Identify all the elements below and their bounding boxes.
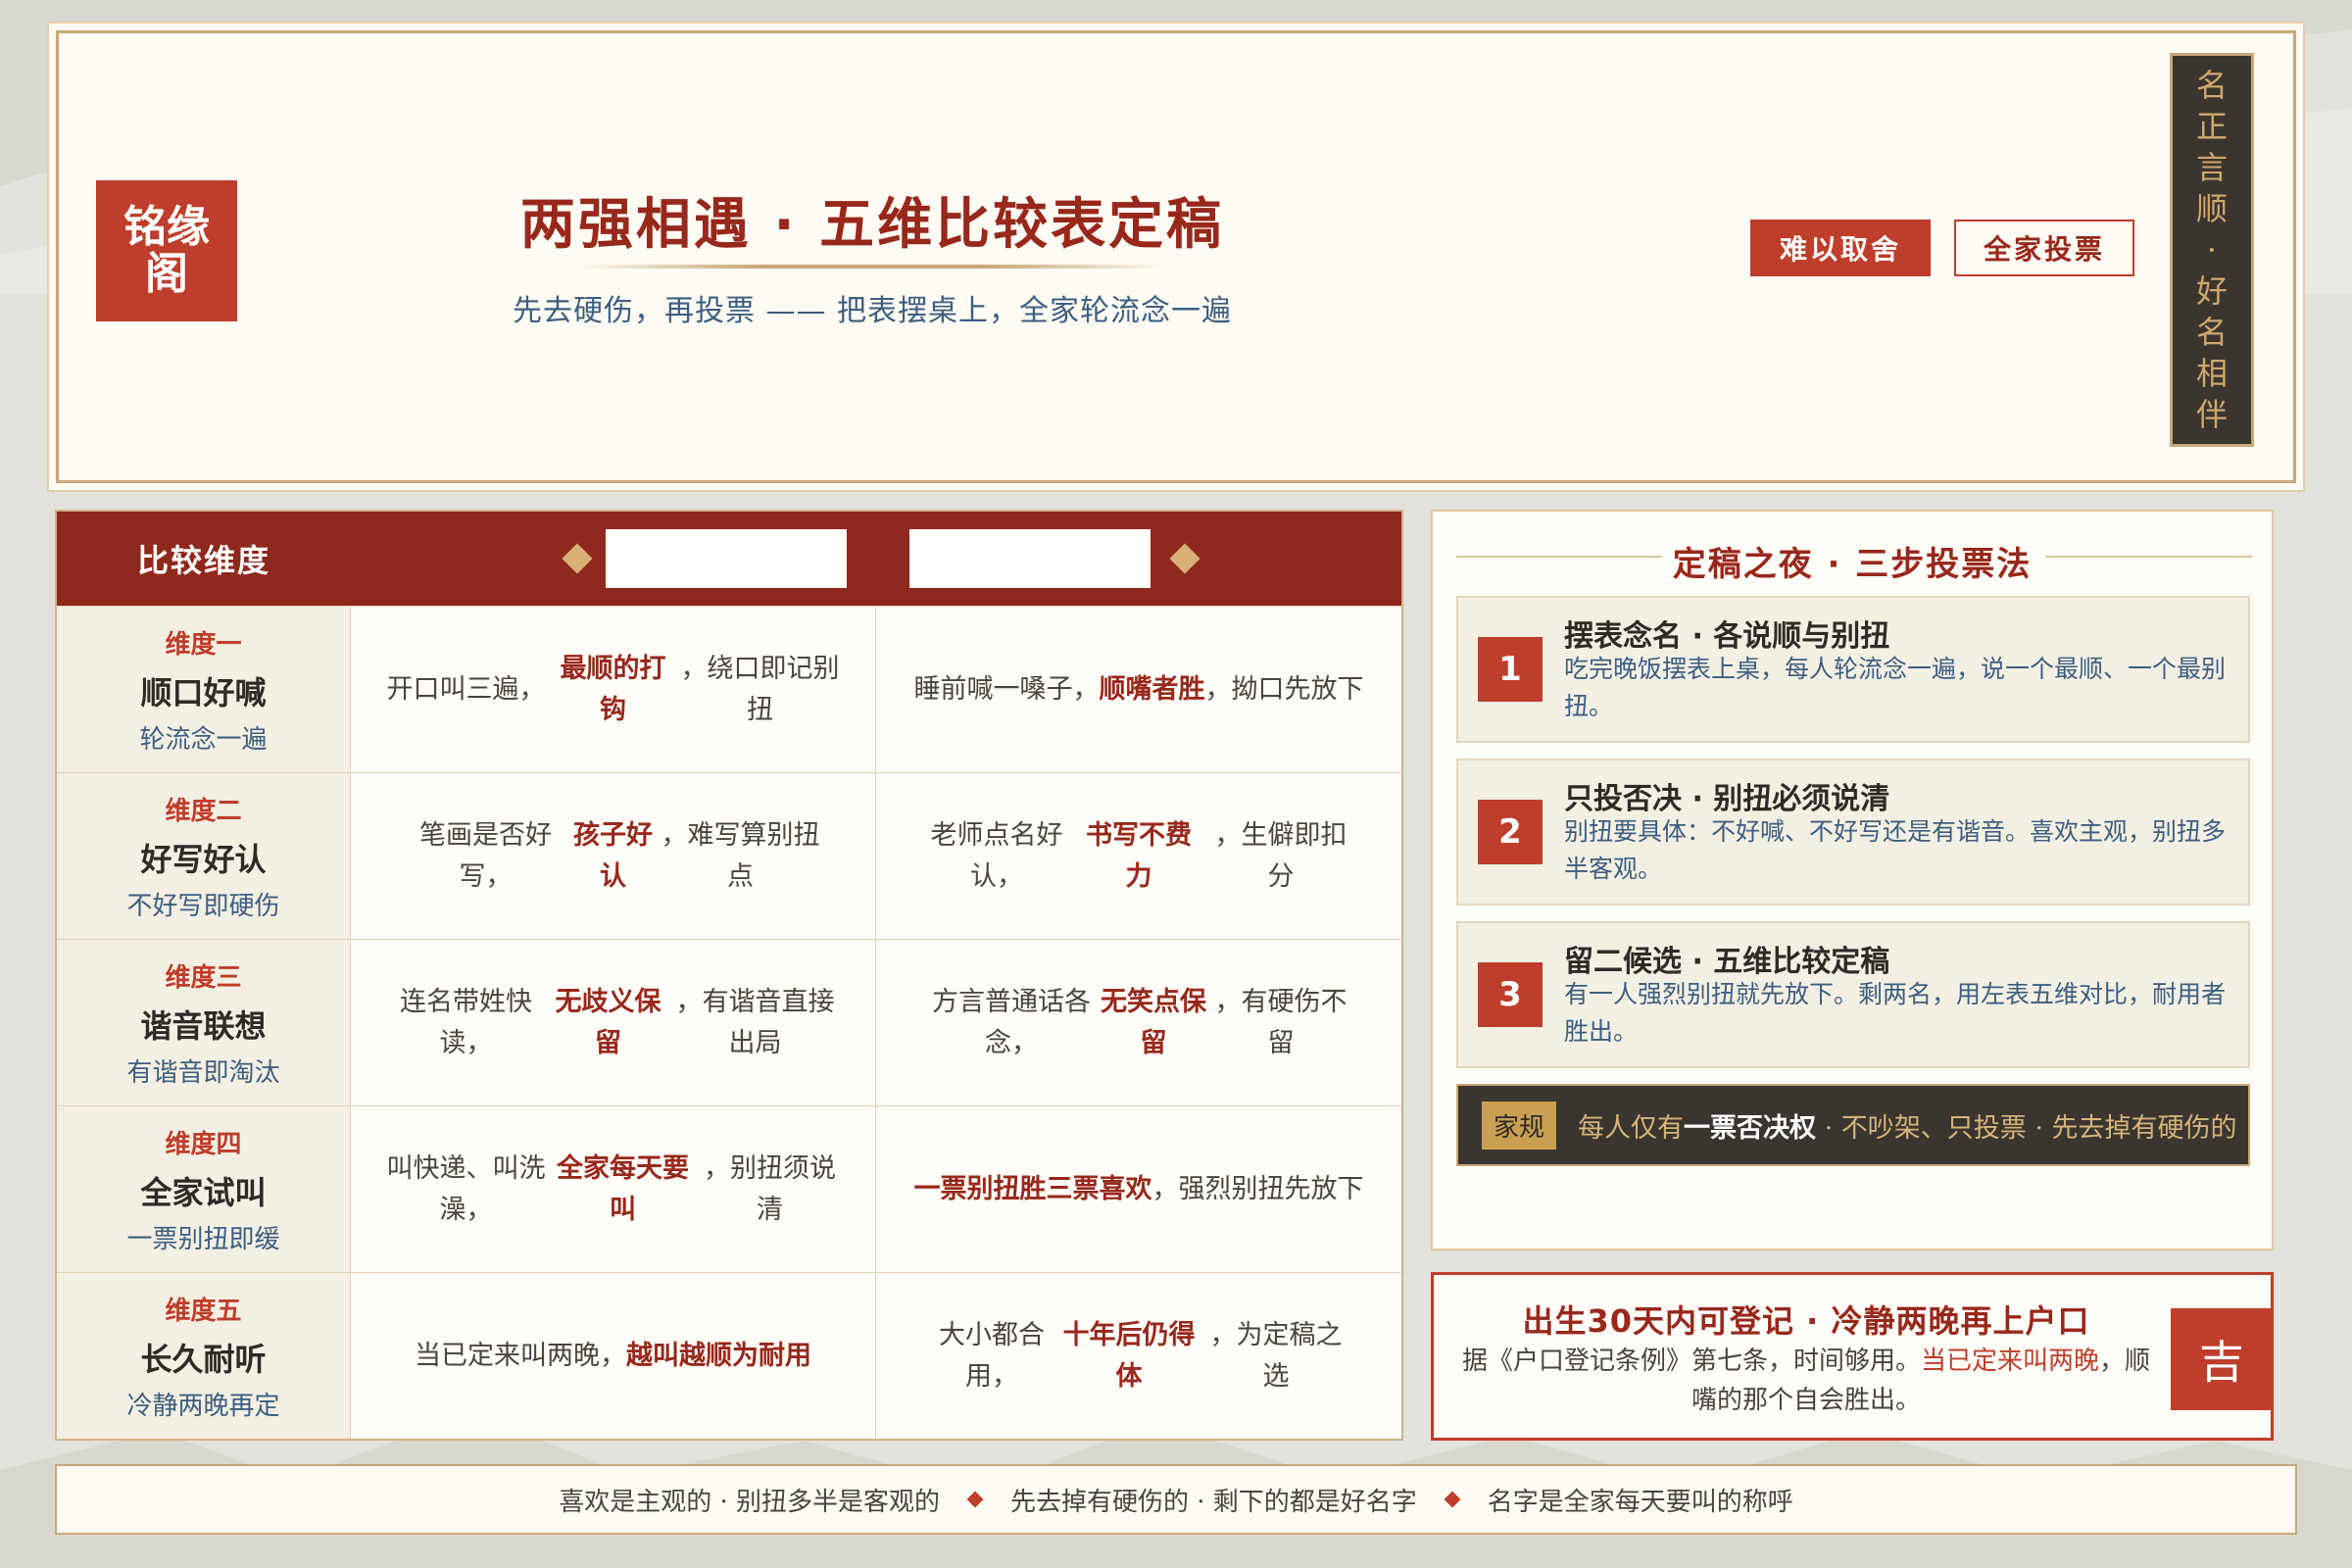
dimension-cell: 维度五 长久耐听 冷静两晚再定 (57, 1273, 351, 1439)
dimension-hint: 一票别扭即缓 (126, 1224, 280, 1254)
registration-notice-card: 出生30天内可登记 · 冷静两晚再上户口 据《户口登记条例》第七条，时间够用。当… (1431, 1272, 2274, 1441)
lucky-seal-icon: 吉 (2171, 1308, 2273, 1410)
voting-method-title: 定稿之夜 · 三步投票法 (1672, 545, 2033, 584)
family-rule-text: 每人仅有一票否决权 · 不吵架、只投票 · 先去掉有硬伤的 (1578, 1112, 2237, 1144)
motto-banner: 名 正 言 顺 · 好 名 相 伴 (2170, 53, 2254, 447)
criteria-cell-b: 一票别扭胜三票喜欢 ，强烈别扭先放下 (913, 1173, 1364, 1204)
dimension-cell: 维度一 顺口好喊 轮流念一遍 (57, 607, 351, 772)
table-row: 维度三 谐音联想 有谐音即淘汰 连名带姓快读， 无歧义保留 ，有谐音直接出局 方… (57, 939, 1401, 1105)
motto-char: 正 (2195, 108, 2228, 145)
footer-item: 喜欢是主观的 · 别扭多半是客观的 (559, 1487, 940, 1517)
motto-char: 名 (2195, 314, 2228, 351)
diamond-icon (966, 1491, 984, 1508)
name-b-input[interactable] (909, 529, 1151, 588)
criteria-cell-a: 当已定来叫两晚， 越叫越顺为耐用 (351, 1273, 876, 1439)
family-rule-tag: 家规 (1482, 1101, 1557, 1150)
vote-step-3: 3 留二候选 · 五维比较定稿 有一人强烈别扭就先放下。剩两名，用左表五维对比，… (1456, 921, 2250, 1068)
motto-char: 好 (2195, 272, 2228, 310)
family-rule-bar: 家规 每人仅有一票否决权 · 不吵架、只投票 · 先去掉有硬伤的 (1456, 1084, 2250, 1166)
dimension-hint: 有谐音即淘汰 (126, 1057, 280, 1088)
comparison-table: 比较维度 对 维度一 顺口好喊 轮流念一遍 开口叫三遍， 最顺的打钩 ，绕口即记… (55, 510, 1403, 1441)
motto-char: 伴 (2195, 396, 2228, 433)
title-divider (578, 265, 1166, 269)
criteria-cell-a: 叫快递、叫洗澡， 全家每天要叫 ，别扭须说清 (351, 1106, 876, 1272)
dimension-name: 谐音联想 (140, 1006, 267, 1045)
table-header: 比较维度 对 (57, 512, 1401, 606)
vote-step-2: 2 只投否决 · 别扭必须说清 别扭要具体：不好喊、不好写还是有谐音。喜欢主观，… (1456, 759, 2250, 906)
dimension-name: 长久耐听 (140, 1340, 267, 1378)
footer-item: 名字是全家每天要叫的称呼 (1487, 1487, 1793, 1517)
criteria-cell-b: 大小都合用， 十年后仍得体 ，为定稿之选 (939, 1319, 1343, 1392)
dimension-cell: 维度四 全家试叫 一票别扭即缓 (57, 1106, 351, 1272)
step-title: 留二候选 · 五维比较定稿 (1564, 945, 1890, 979)
page-subtitle: 先去硬伤，再投票 —— 把表摆桌上，全家轮流念一遍 (512, 294, 1233, 328)
diamond-icon (562, 543, 593, 574)
dimension-hint: 轮流念一遍 (139, 724, 268, 755)
step-description: 有一人强烈别扭就先放下。剩两名，用左表五维对比，耐用者胜出。 (1564, 980, 2227, 1046)
dimension-cell: 维度三 谐音联想 有谐音即淘汰 (57, 940, 351, 1105)
dimension-hint: 不好写即硬伤 (126, 891, 280, 921)
table-row: 维度二 好写好认 不好写即硬伤 笔画是否好写， 孩子好认 ，难写算别扭点 老师点… (57, 772, 1401, 939)
dimension-number: 维度三 (165, 962, 242, 993)
dimension-number: 维度一 (165, 629, 242, 660)
motto-char: 顺 (2195, 190, 2228, 227)
registration-title: 出生30天内可登记 · 冷静两晚再上户口 (1522, 1302, 2090, 1340)
page-title: 两强相遇 · 五维比较表定稿 (519, 193, 1225, 257)
dimension-cell: 维度二 好写好认 不好写即硬伤 (57, 773, 351, 939)
table-row: 维度一 顺口好喊 轮流念一遍 开口叫三遍， 最顺的打钩 ，绕口即记别扭 睡前喊一… (57, 606, 1401, 772)
dimension-name: 好写好认 (140, 840, 267, 878)
footer-bar: 喜欢是主观的 · 别扭多半是客观的 先去掉有硬伤的 · 剩下的都是好名字 名字是… (55, 1464, 2297, 1535)
voting-method-panel: 定稿之夜 · 三步投票法 1 摆表念名 · 各说顺与别扭 吃完晚饭摆表上桌，每人… (1431, 510, 2274, 1250)
header-panel: 铭缘阁 两强相遇 · 五维比较表定稿 先去硬伤，再投票 —— 把表摆桌上，全家轮… (47, 22, 2305, 492)
dimension-number: 维度四 (165, 1129, 242, 1159)
table-row: 维度四 全家试叫 一票别扭即缓 叫快递、叫洗澡， 全家每天要叫 ，别扭须说清 一… (57, 1105, 1401, 1272)
dimension-hint: 冷静两晚再定 (126, 1391, 280, 1421)
motto-char: · (2206, 231, 2218, 269)
criteria-cell-a: 开口叫三遍， 最顺的打钩 ，绕口即记别扭 (351, 607, 876, 772)
motto-char: 言 (2195, 149, 2228, 186)
title-divider (2046, 556, 2252, 558)
dimension-name: 全家试叫 (140, 1173, 267, 1211)
vote-step-1: 1 摆表念名 · 各说顺与别扭 吃完晚饭摆表上桌，每人轮流念一遍，说一个最顺、一… (1456, 596, 2250, 743)
step-number-badge: 2 (1478, 800, 1543, 864)
criteria-cell-a: 笔画是否好写， 孩子好认 ，难写算别扭点 (351, 773, 876, 939)
criteria-cell-b: 睡前喊一嗓子， 顺嘴者胜 ，拗口先放下 (913, 673, 1364, 705)
footer-item: 先去掉有硬伤的 · 剩下的都是好名字 (1009, 1487, 1417, 1517)
brand-logo: 铭缘阁 (96, 180, 237, 321)
step-description: 吃完晚饭摆表上桌，每人轮流念一遍，说一个最顺、一个最别扭。 (1564, 655, 2227, 720)
step-title: 只投否决 · 别扭必须说清 (1564, 782, 1890, 816)
motto-char: 名 (2195, 67, 2228, 104)
dimension-column-header: 比较维度 (136, 542, 270, 579)
step-description: 别扭要具体：不好喊、不好写还是有谐音。喜欢主观，别扭多半客观。 (1564, 817, 2227, 883)
step-number-badge: 1 (1478, 637, 1543, 702)
step-title: 摆表念名 · 各说顺与别扭 (1564, 619, 1890, 654)
diamond-icon (1169, 543, 1200, 574)
family-vote-button[interactable]: 全家投票 (1954, 220, 2134, 276)
dimension-number: 维度五 (165, 1296, 242, 1326)
name-a-input[interactable] (606, 529, 847, 588)
table-row: 维度五 长久耐听 冷静两晚再定 当已定来叫两晚， 越叫越顺为耐用 大小都合用， 十… (57, 1272, 1401, 1439)
criteria-cell-b: 方言普通话各念， 无笑点保留 ，有硬伤不留 (932, 986, 1348, 1058)
motto-char: 相 (2195, 355, 2228, 392)
diamond-icon (1444, 1491, 1461, 1508)
registration-body: 据《户口登记条例》第七条，时间够用。当已定来叫两晚，顺嘴的那个自会胜出。 (1461, 1347, 2151, 1415)
step-number-badge: 3 (1478, 962, 1543, 1027)
hard-to-choose-button[interactable]: 难以取舍 (1750, 220, 1931, 276)
criteria-cell-a: 连名带姓快读， 无歧义保留 ，有谐音直接出局 (351, 940, 876, 1105)
dimension-name: 顺口好喊 (140, 673, 267, 711)
dimension-number: 维度二 (165, 796, 242, 826)
criteria-cell-b: 老师点名好认， 书写不费力 ，生僻即扣分 (930, 819, 1348, 892)
